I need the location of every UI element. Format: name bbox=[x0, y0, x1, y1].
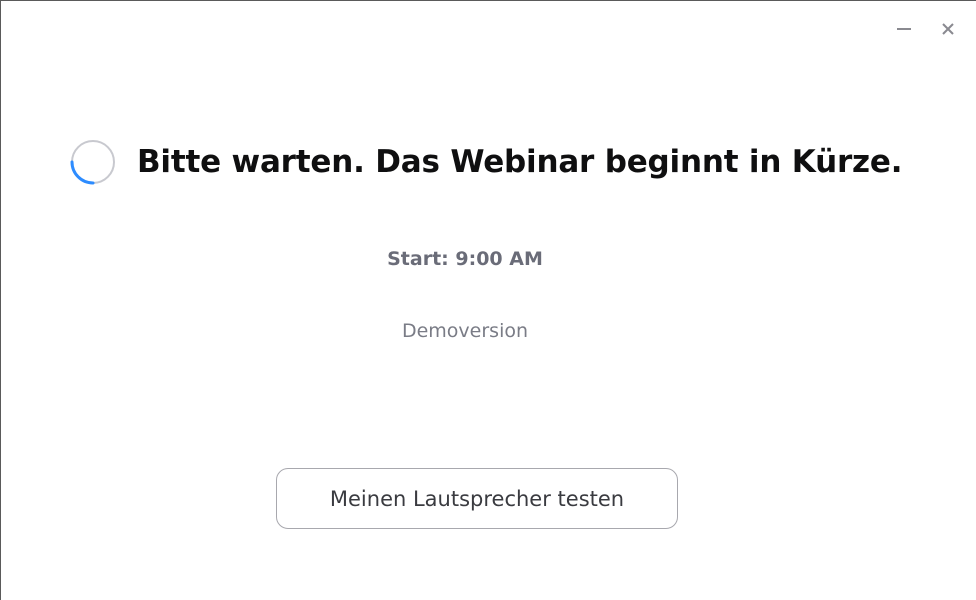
close-button[interactable] bbox=[938, 19, 958, 39]
test-speaker-button[interactable]: Meinen Lautsprecher testen bbox=[276, 468, 678, 529]
close-icon bbox=[942, 23, 954, 35]
loading-spinner-icon bbox=[70, 140, 115, 185]
start-time-label: Start: 9:00 AM bbox=[387, 248, 543, 270]
minimize-icon bbox=[897, 28, 911, 30]
minimize-button[interactable] bbox=[894, 19, 914, 39]
webinar-waiting-window: Bitte warten. Das Webinar beginnt in Kür… bbox=[0, 0, 976, 600]
window-controls bbox=[894, 19, 958, 39]
page-title: Bitte warten. Das Webinar beginnt in Kür… bbox=[137, 144, 903, 180]
version-label: Demoversion bbox=[401, 320, 529, 342]
waiting-heading-row: Bitte warten. Das Webinar beginnt in Kür… bbox=[69, 138, 902, 186]
